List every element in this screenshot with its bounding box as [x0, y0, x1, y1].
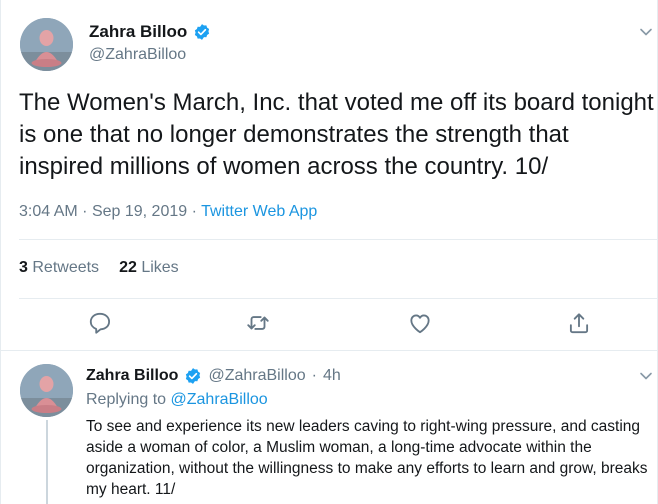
likes-stat[interactable]: 22 Likes: [119, 259, 179, 277]
retweets-stat[interactable]: 3 Retweets: [19, 259, 99, 277]
meta-separator: ·: [191, 203, 197, 220]
reply-time[interactable]: 4h: [323, 367, 341, 385]
divider: [19, 298, 657, 299]
reply-icon[interactable]: [87, 310, 113, 336]
author-name-row: Zahra Billoo: [89, 22, 211, 42]
reply-author-handle[interactable]: @ZahraBilloo: [208, 367, 305, 385]
avatar[interactable]: [20, 18, 73, 71]
tweet-time[interactable]: 3:04 AM: [19, 203, 78, 220]
thread-line: [46, 420, 48, 504]
likes-label: Likes: [141, 259, 179, 276]
verified-badge-icon: [184, 367, 202, 385]
chevron-down-icon[interactable]: [638, 24, 654, 40]
retweets-label: Retweets: [32, 259, 100, 276]
author-handle[interactable]: @ZahraBilloo: [89, 46, 186, 64]
tweet-date[interactable]: Sep 19, 2019: [92, 203, 187, 220]
reply-header: Zahra Billoo @ZahraBilloo · 4h: [86, 367, 341, 385]
chevron-down-icon[interactable]: [638, 368, 654, 384]
main-tweet: Zahra Billoo @ZahraBilloo The Women's Ma…: [0, 0, 658, 350]
share-icon[interactable]: [566, 310, 592, 336]
tweet-stats: 3 Retweets 22 Likes: [19, 259, 179, 277]
replying-to-prefix: Replying to: [86, 391, 167, 408]
heart-icon[interactable]: [407, 310, 433, 336]
tweet-meta: 3:04 AM · Sep 19, 2019 · Twitter Web App: [19, 203, 317, 221]
retweets-count: 3: [19, 259, 28, 276]
retweet-icon[interactable]: [245, 310, 271, 336]
tweet-source-link[interactable]: Twitter Web App: [201, 203, 317, 220]
author-name[interactable]: Zahra Billoo: [89, 22, 187, 42]
tweet-text: The Women's March, Inc. that voted me of…: [19, 89, 654, 180]
reply-text: To see and experience its new leaders ca…: [86, 418, 648, 498]
tweet-separator: [0, 350, 658, 351]
meta-separator: ·: [82, 203, 88, 220]
replying-to: Replying to @ZahraBilloo: [86, 391, 268, 409]
reply-author-name[interactable]: Zahra Billoo: [86, 367, 178, 385]
verified-badge-icon: [193, 23, 211, 41]
divider: [19, 239, 657, 240]
reply-avatar[interactable]: [20, 364, 73, 417]
meta-separator: ·: [311, 367, 317, 384]
replying-to-handle[interactable]: @ZahraBilloo: [171, 391, 268, 408]
likes-count: 22: [119, 259, 137, 276]
